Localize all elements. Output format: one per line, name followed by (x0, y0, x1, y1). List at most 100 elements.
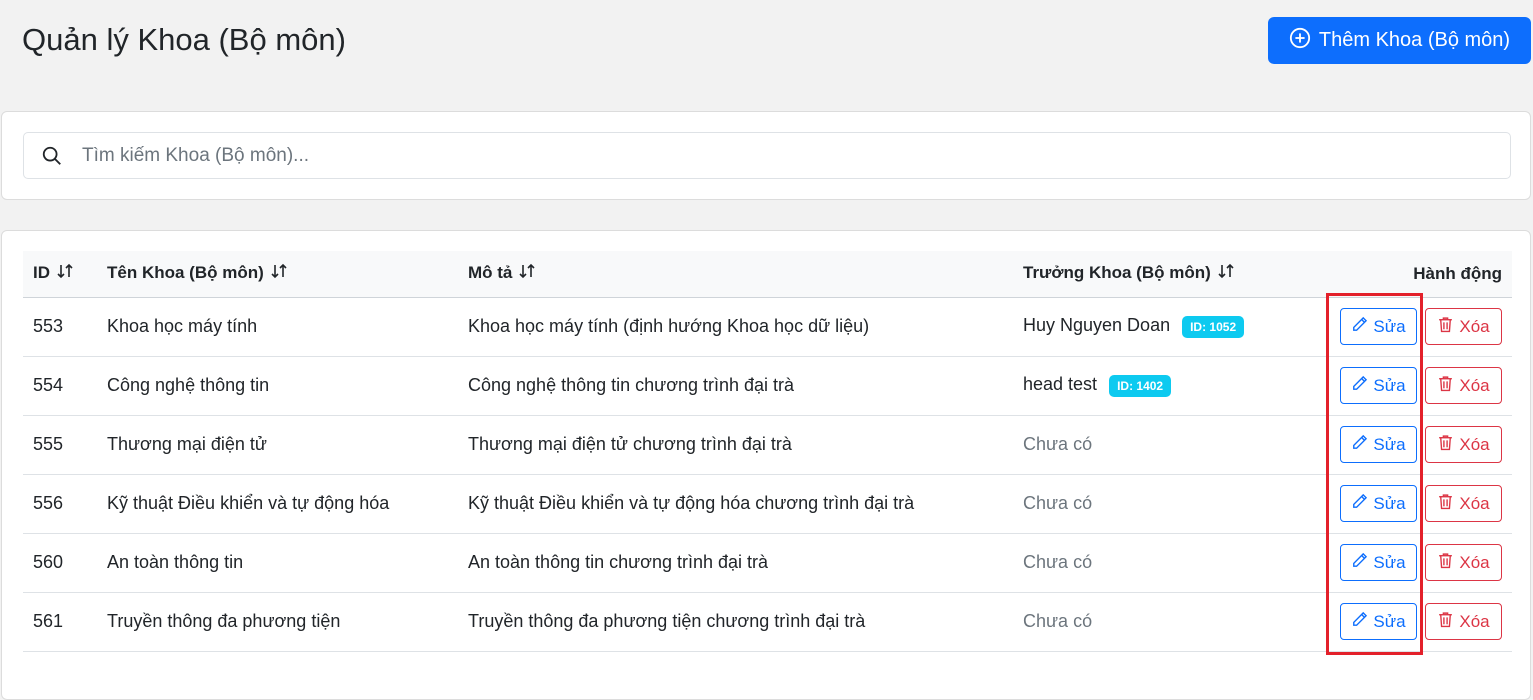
table-body: 553 Khoa học máy tính Khoa học máy tính … (23, 297, 1512, 651)
edit-label: Sửa (1373, 493, 1406, 513)
table-card: ID Tên Khoa (Bộ môn) Mô tả Trưởng Khoa (… (1, 230, 1531, 700)
cell-head: Chưa có (1023, 611, 1093, 631)
cell-description: Khoa học máy tính (định hướng Khoa học d… (468, 316, 870, 336)
edit-button[interactable]: Sửa (1340, 544, 1417, 581)
edit-label: Sửa (1373, 316, 1406, 336)
search-box (23, 132, 1511, 179)
cell-head: Chưa có (1023, 493, 1093, 513)
cell-head: Chưa có (1023, 552, 1093, 572)
trash-icon (1437, 316, 1454, 338)
delete-label: Xóa (1459, 611, 1490, 631)
table-row: 553 Khoa học máy tính Khoa học máy tính … (23, 297, 1512, 356)
delete-button[interactable]: Xóa (1425, 426, 1502, 463)
delete-button[interactable]: Xóa (1425, 367, 1502, 404)
head-id-badge: ID: 1402 (1109, 374, 1172, 397)
edit-button[interactable]: Sửa (1340, 308, 1417, 345)
sort-icon[interactable] (270, 263, 288, 284)
sort-icon[interactable] (56, 263, 74, 284)
cell-description: Công nghệ thông tin chương trình đại trà (468, 375, 795, 395)
cell-head: head test ID: 1402 (1013, 356, 1317, 415)
search-input[interactable] (80, 143, 1510, 168)
cell-name: Kỹ thuật Điều khiển và tự động hóa (107, 493, 390, 513)
sort-icon[interactable] (1217, 263, 1235, 284)
table-row: 556 Kỹ thuật Điều khiển và tự động hóa K… (23, 474, 1512, 533)
edit-label: Sửa (1373, 611, 1406, 631)
edit-label: Sửa (1373, 552, 1406, 572)
trash-icon (1437, 434, 1454, 456)
cell-actions: Sửa Xóa (1317, 415, 1512, 474)
cell-id: 561 (33, 611, 64, 631)
cell-description: Truyền thông đa phương tiện chương trình… (468, 611, 866, 631)
cell-head: Chưa có (1023, 434, 1093, 454)
cell-id: 554 (33, 375, 64, 395)
edit-button[interactable]: Sửa (1340, 367, 1417, 404)
cell-name: Thương mại điện tử (107, 434, 267, 454)
table-row: 555 Thương mại điện tử Thương mại điện t… (23, 415, 1512, 474)
cell-description: An toàn thông tin chương trình đại trà (468, 552, 769, 572)
table-row: 561 Truyền thông đa phương tiện Truyền t… (23, 592, 1512, 651)
pencil-icon (1351, 552, 1368, 574)
head-name: head test (1023, 374, 1098, 395)
delete-label: Xóa (1459, 375, 1490, 395)
header-description-label: Mô tả (468, 263, 513, 283)
header-name-label: Tên Khoa (Bộ môn) (107, 263, 264, 283)
head-id-badge: ID: 1052 (1182, 315, 1245, 338)
delete-button[interactable]: Xóa (1425, 308, 1502, 345)
header-head[interactable]: Trưởng Khoa (Bộ môn) (1013, 251, 1317, 298)
add-department-label: Thêm Khoa (Bộ môn) (1318, 29, 1511, 51)
cell-name: Công nghệ thông tin (107, 375, 270, 395)
trash-icon (1437, 493, 1454, 515)
cell-actions: Sửa Xóa (1317, 356, 1512, 415)
edit-button[interactable]: Sửa (1340, 485, 1417, 522)
cell-name: An toàn thông tin (107, 552, 244, 572)
departments-table: ID Tên Khoa (Bộ môn) Mô tả Trưởng Khoa (… (23, 251, 1512, 652)
pencil-icon (1351, 375, 1368, 397)
cell-actions: Sửa Xóa (1317, 474, 1512, 533)
header-actions: Hành động (1317, 251, 1512, 298)
cell-name: Khoa học máy tính (107, 316, 258, 336)
header-name[interactable]: Tên Khoa (Bộ môn) (97, 251, 458, 298)
add-department-button[interactable]: Thêm Khoa (Bộ môn) (1268, 17, 1531, 64)
plus-circle-icon (1289, 27, 1311, 55)
edit-button[interactable]: Sửa (1340, 603, 1417, 640)
table-header-row: ID Tên Khoa (Bộ môn) Mô tả Trưởng Khoa (… (23, 251, 1512, 298)
trash-icon (1437, 375, 1454, 397)
page-title: Quản lý Khoa (Bộ môn) (22, 22, 346, 57)
search-icon (24, 145, 80, 167)
table-row: 560 An toàn thông tin An toàn thông tin … (23, 533, 1512, 592)
cell-id: 553 (33, 316, 64, 336)
cell-actions: Sửa Xóa (1317, 297, 1512, 356)
trash-icon (1437, 552, 1454, 574)
edit-button[interactable]: Sửa (1340, 426, 1417, 463)
cell-actions: Sửa Xóa (1317, 533, 1512, 592)
delete-label: Xóa (1459, 316, 1490, 336)
pencil-icon (1351, 611, 1368, 633)
header-id[interactable]: ID (23, 251, 97, 298)
cell-id: 555 (33, 434, 64, 454)
cell-name: Truyền thông đa phương tiện (107, 611, 341, 631)
header-description[interactable]: Mô tả (458, 251, 1013, 298)
pencil-icon (1351, 493, 1368, 515)
edit-label: Sửa (1373, 434, 1406, 454)
edit-label: Sửa (1373, 375, 1406, 395)
cell-description: Thương mại điện tử chương trình đại trà (468, 434, 792, 454)
search-card (1, 111, 1531, 200)
delete-label: Xóa (1459, 552, 1490, 572)
delete-button[interactable]: Xóa (1425, 485, 1502, 522)
delete-button[interactable]: Xóa (1425, 544, 1502, 581)
trash-icon (1437, 611, 1454, 633)
table-row: 554 Công nghệ thông tin Công nghệ thông … (23, 356, 1512, 415)
pencil-icon (1351, 434, 1368, 456)
cell-head: Huy Nguyen Doan ID: 1052 (1013, 297, 1317, 356)
header-id-label: ID (33, 263, 50, 283)
head-name: Huy Nguyen Doan (1023, 315, 1171, 336)
cell-id: 560 (33, 552, 64, 572)
pencil-icon (1351, 316, 1368, 338)
cell-actions: Sửa Xóa (1317, 592, 1512, 651)
header-head-label: Trưởng Khoa (Bộ môn) (1023, 263, 1211, 283)
sort-icon[interactable] (518, 263, 536, 284)
cell-description: Kỹ thuật Điều khiển và tự động hóa chươn… (468, 493, 915, 513)
delete-button[interactable]: Xóa (1425, 603, 1502, 640)
delete-label: Xóa (1459, 434, 1490, 454)
cell-id: 556 (33, 493, 64, 513)
